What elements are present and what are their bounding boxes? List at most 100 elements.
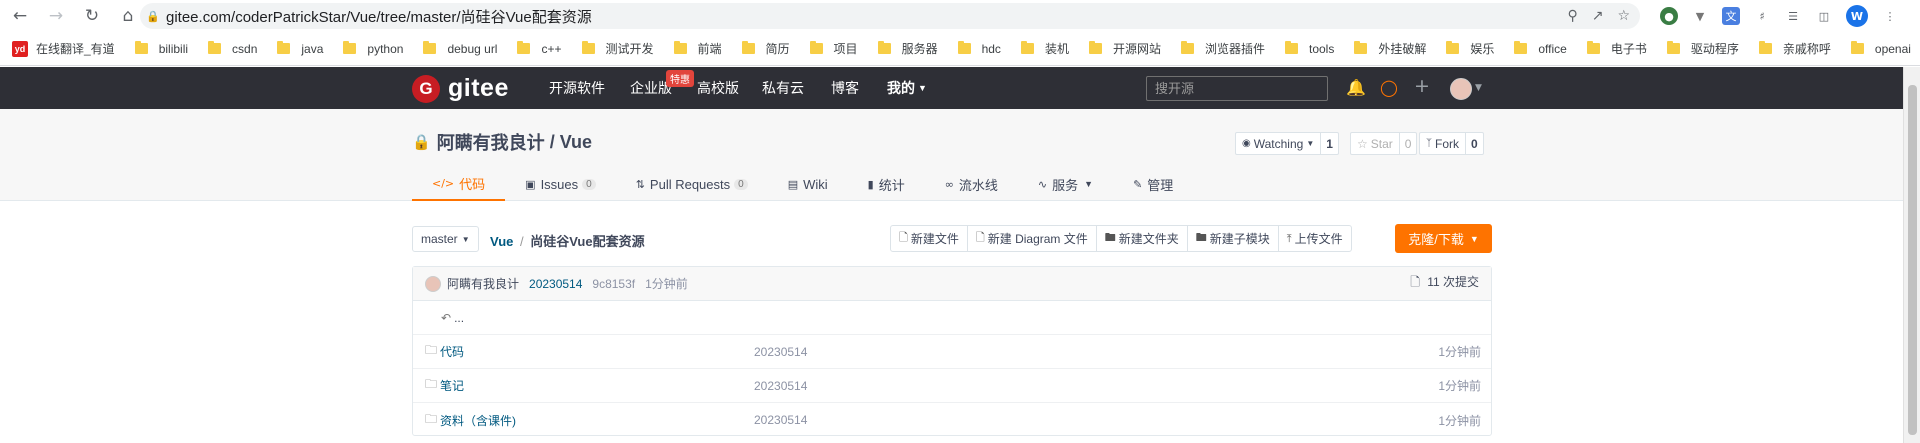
new-folder-button[interactable]: 🖿 新建文件夹 <box>1097 226 1188 251</box>
forward-arrow-icon[interactable]: → <box>42 2 70 30</box>
commit-author-avatar[interactable] <box>425 275 441 292</box>
profile-avatar[interactable]: W <box>1846 5 1868 27</box>
upload-file-button[interactable]: ⤒ 上传文件 <box>1279 226 1351 251</box>
file-commit-message[interactable]: 20230514 <box>754 413 807 427</box>
bookmark-item[interactable]: 娱乐 <box>1446 40 1494 57</box>
translate-icon[interactable]: 文 <box>1722 7 1740 25</box>
bookmark-item[interactable]: 驱动程序 <box>1666 40 1739 57</box>
bookmark-item[interactable]: bilibili <box>134 41 188 56</box>
branch-select[interactable]: master ▼ <box>412 226 479 252</box>
bookmark-item[interactable]: 亲戚称呼 <box>1758 40 1831 57</box>
bookmark-item[interactable]: office <box>1514 41 1567 56</box>
bookmark-item[interactable]: 外挂破解 <box>1354 40 1426 57</box>
file-name-link[interactable]: 🗀 笔记 <box>425 375 464 396</box>
bookmark-item[interactable]: python <box>343 41 403 56</box>
breadcrumb-root[interactable]: Vue <box>490 234 513 249</box>
nav-blog[interactable]: 博客 <box>831 67 859 109</box>
new-submodule-label: 新建子模块 <box>1209 232 1270 246</box>
tab-code[interactable]: </> 代码 <box>412 167 506 201</box>
bookmark-item[interactable]: 测试开发 <box>581 40 654 57</box>
bookmark-item[interactable]: hdc <box>957 41 1001 56</box>
table-row[interactable]: ↶ ... <box>413 301 1491 335</box>
gitee-header: G gitee 开源软件 企业版 特惠 高校版 私有云 博客 我的 ▼ 搜开源 … <box>0 67 1903 109</box>
tab-wiki[interactable]: ▤ Wiki <box>768 167 848 201</box>
bookmark-item[interactable]: 电子书 <box>1586 40 1647 57</box>
bookmark-item[interactable]: c++ <box>517 41 562 56</box>
user-profile-icon[interactable]: ● <box>1660 7 1678 25</box>
star-count[interactable]: 0 <box>1399 132 1418 155</box>
page-scrollbar[interactable] <box>1903 67 1920 443</box>
bookmark-label: c++ <box>541 41 562 56</box>
file-commit-message[interactable]: 20230514 <box>754 379 807 393</box>
bookmark-item[interactable]: 项目 <box>809 40 858 57</box>
nav-mine[interactable]: 我的 ▼ <box>887 67 927 109</box>
zoom-icon[interactable]: ⚲ <box>1567 8 1577 24</box>
bookmark-item[interactable]: 前端 <box>673 40 722 57</box>
tab-services[interactable]: ∿ 服务 ▼ <box>1018 167 1113 201</box>
bookmark-item[interactable]: tools <box>1284 41 1334 56</box>
tab-pull-requests[interactable]: ⇅ Pull Requests 0 <box>616 167 768 201</box>
commit-message[interactable]: 20230514 <box>529 277 582 291</box>
project-name[interactable]: Vue <box>560 132 592 153</box>
tab-pipeline[interactable]: ∞ 流水线 <box>925 167 1018 201</box>
bookmark-item[interactable]: csdn <box>208 41 257 56</box>
commits-count-link[interactable]: 🗋 11 次提交 <box>1410 273 1479 294</box>
bookmark-item[interactable]: 简历 <box>741 40 790 57</box>
bulb-icon[interactable]: ◯ <box>1380 78 1398 97</box>
fork-button[interactable]: ᛉ Fork <box>1419 132 1466 155</box>
bookmark-item[interactable]: 开源网站 <box>1088 40 1161 57</box>
gitee-logo[interactable]: G gitee <box>412 74 509 103</box>
file-commit-message[interactable]: 20230514 <box>754 345 807 359</box>
bookmark-item[interactable]: 装机 <box>1020 40 1069 57</box>
table-row[interactable]: 🗀 笔记 20230514 1分钟前 <box>413 369 1491 403</box>
watch-button[interactable]: ◉ Watching ▼ <box>1235 132 1322 155</box>
puzzle-icon[interactable]: ♯ <box>1753 7 1771 25</box>
search-input[interactable]: 搜开源 <box>1146 76 1328 101</box>
share-icon[interactable]: ↗ <box>1592 8 1604 24</box>
bookmark-star-icon[interactable]: ☆ <box>1617 8 1630 24</box>
fork-count[interactable]: 0 <box>1466 132 1484 155</box>
nav-education[interactable]: 高校版 <box>697 67 739 109</box>
bookmark-label: 浏览器插件 <box>1204 42 1265 56</box>
address-bar[interactable]: 🔒 gitee.com/coderPatrickStar/Vue/tree/ma… <box>140 3 1640 29</box>
user-avatar[interactable] <box>1450 78 1472 100</box>
tab-issues[interactable]: ▣ Issues 0 <box>505 167 616 201</box>
media-list-icon[interactable]: ☰ <box>1784 7 1802 25</box>
bookmark-item[interactable]: 浏览器插件 <box>1180 40 1265 57</box>
bookmark-item[interactable]: debug url <box>423 41 497 56</box>
gitee-logo-icon: G <box>412 74 440 103</box>
avatar-caret-icon[interactable]: ▼ <box>1475 83 1482 93</box>
new-submodule-button[interactable]: 🖿 新建子模块 <box>1188 226 1279 251</box>
nav-private-cloud[interactable]: 私有云 <box>762 67 804 109</box>
project-owner[interactable]: 阿瞒有我良计 <box>437 129 545 155</box>
table-row[interactable]: 🗀 资料（含课件) 20230514 1分钟前 <box>413 403 1491 437</box>
nav-open-source[interactable]: 开源软件 <box>549 67 605 109</box>
menu-dots-icon[interactable]: ⋮ <box>1881 7 1899 25</box>
clone-download-button[interactable]: 克隆/下载 ▼ <box>1395 224 1492 253</box>
parent-dir-link[interactable]: ↶ ... <box>441 311 464 325</box>
bookmark-item[interactable]: java <box>277 41 323 56</box>
file-name-link[interactable]: 🗀 资料（含课件) <box>425 410 516 431</box>
sidebar-icon[interactable]: ◫ <box>1815 7 1833 25</box>
scrollbar-thumb[interactable] <box>1908 85 1917 435</box>
star-button[interactable]: ☆ Star <box>1350 132 1400 155</box>
watch-count[interactable]: 1 <box>1321 132 1339 155</box>
tab-manage[interactable]: ✎ 管理 <box>1113 167 1193 201</box>
plus-icon[interactable]: + <box>1414 75 1430 97</box>
back-arrow-icon[interactable]: ← <box>6 2 34 30</box>
bookmark-item[interactable]: yd 在线翻译_有道 <box>12 40 115 57</box>
bookmark-item[interactable]: 服务器 <box>877 40 938 57</box>
bookmark-label: 在线翻译_有道 <box>36 42 115 56</box>
reload-icon[interactable]: ↻ <box>78 2 106 30</box>
home-icon[interactable]: ⌂ <box>114 2 142 30</box>
table-row[interactable]: 🗀 代码 20230514 1分钟前 <box>413 335 1491 369</box>
vertical-arrow-icon[interactable]: ▼ <box>1691 7 1709 25</box>
new-diagram-button[interactable]: 🗋 新建 Diagram 文件 <box>968 226 1097 251</box>
tab-stats[interactable]: ▮ 统计 <box>848 167 925 201</box>
commit-author[interactable]: 阿瞒有我良计 <box>447 275 519 292</box>
bookmark-item[interactable]: openai <box>1850 41 1911 56</box>
commit-hash[interactable]: 9c8153f <box>592 277 635 291</box>
file-name-link[interactable]: 🗀 代码 <box>425 341 464 362</box>
new-file-button[interactable]: 🗋 新建文件 <box>891 226 968 251</box>
bell-icon[interactable]: 🔔 <box>1346 78 1366 97</box>
